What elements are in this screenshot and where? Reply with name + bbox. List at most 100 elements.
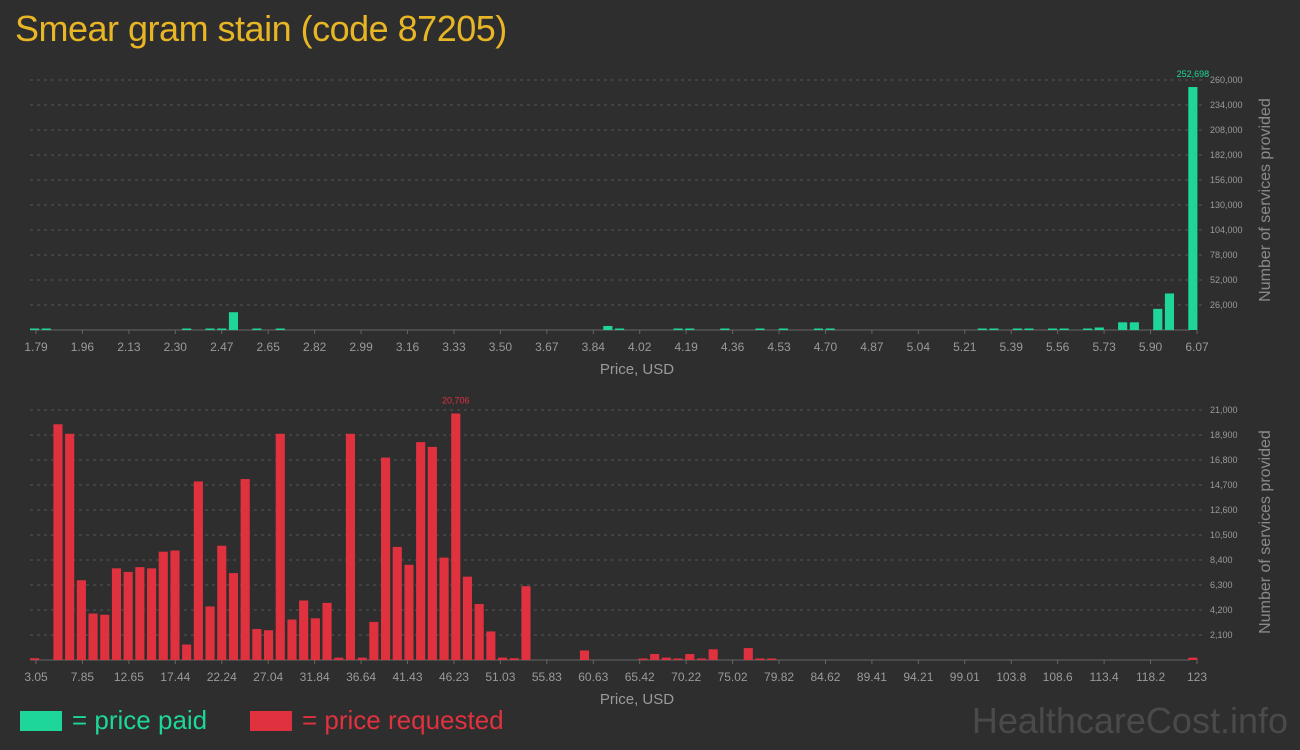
y-tick-label: 104,000 <box>1210 225 1243 235</box>
bar <box>170 550 180 660</box>
bar <box>685 654 695 660</box>
bar <box>65 433 75 660</box>
legend-requested: = price requested <box>250 705 504 736</box>
x-tick-label: 123 <box>1187 670 1207 684</box>
x-tick-label: 60.63 <box>578 670 608 684</box>
x-tick-label: 4.02 <box>628 340 652 354</box>
y-tick-label: 156,000 <box>1210 175 1243 185</box>
x-tick-label: 55.83 <box>532 670 562 684</box>
bar <box>392 546 402 660</box>
bar <box>1188 657 1198 660</box>
y-tick-label: 21,000 <box>1210 405 1238 415</box>
x-tick-label: 4.87 <box>860 340 884 354</box>
bar <box>1188 87 1198 331</box>
y-tick-label: 234,000 <box>1210 100 1243 110</box>
x-tick-label: 79.82 <box>764 670 794 684</box>
bar <box>147 568 157 660</box>
y-tick-label: 260,000 <box>1210 75 1243 85</box>
bar <box>123 571 133 660</box>
bar <box>977 328 987 330</box>
y-tick-label: 130,000 <box>1210 200 1243 210</box>
x-tick-label: 4.36 <box>721 340 745 354</box>
legend-swatch-requested <box>250 710 292 731</box>
x-tick-label: 113.4 <box>1090 670 1119 684</box>
x-axis-label: Price, USD <box>600 691 674 708</box>
x-tick-label: 4.53 <box>767 340 791 354</box>
bar <box>228 312 239 330</box>
watermark: HealthcareCost.info <box>971 700 1288 741</box>
x-tick-label: 36.64 <box>346 670 376 684</box>
x-tick-label: 2.47 <box>210 340 234 354</box>
bar <box>755 658 765 660</box>
bar <box>579 650 590 660</box>
bar <box>1024 328 1034 330</box>
x-tick-label: 94.21 <box>903 670 933 684</box>
y-tick-label: 78,000 <box>1210 250 1238 260</box>
bar <box>182 644 192 660</box>
bar <box>205 328 215 330</box>
bar <box>228 573 239 660</box>
bar <box>240 479 250 660</box>
bar <box>509 658 519 660</box>
x-tick-label: 108.6 <box>1043 670 1073 684</box>
x-tick-label: 3.33 <box>442 340 466 354</box>
bar <box>638 658 648 660</box>
bar <box>720 328 730 330</box>
x-tick-label: 5.21 <box>953 340 977 354</box>
bar <box>498 657 508 660</box>
y-tick-label: 26,000 <box>1210 300 1238 310</box>
y-axis-label: Number of services provided <box>1257 98 1274 302</box>
bar <box>427 446 437 660</box>
bar <box>322 602 332 660</box>
bar <box>182 328 192 330</box>
bar <box>825 328 835 330</box>
y-tick-label: 16,800 <box>1210 455 1238 465</box>
bar <box>486 631 496 660</box>
x-tick-label: 1.96 <box>71 340 95 354</box>
bar <box>53 424 63 660</box>
bar <box>743 648 753 660</box>
legend-swatch-paid <box>20 710 62 731</box>
bar <box>685 328 695 330</box>
bar <box>88 613 98 660</box>
bar <box>275 328 285 330</box>
bar <box>158 551 168 660</box>
bar <box>193 481 203 660</box>
x-tick-label: 31.84 <box>300 670 330 684</box>
bar <box>661 657 671 660</box>
legend-label-paid: = price paid <box>72 705 208 735</box>
bar <box>778 328 788 330</box>
bar <box>217 545 227 660</box>
x-tick-label: 65.42 <box>625 670 655 684</box>
y-axis-label: Number of services provided <box>1257 430 1274 634</box>
bar <box>30 328 40 330</box>
x-tick-label: 5.90 <box>1139 340 1163 354</box>
x-tick-label: 17.44 <box>160 670 190 684</box>
bar <box>264 630 274 660</box>
y-tick-label: 52,000 <box>1210 275 1238 285</box>
x-tick-label: 5.39 <box>1000 340 1024 354</box>
x-tick-label: 70.22 <box>671 670 701 684</box>
bar <box>1047 328 1058 330</box>
x-tick-label: 4.70 <box>814 340 838 354</box>
x-tick-label: 6.07 <box>1185 340 1209 354</box>
y-tick-label: 10,500 <box>1210 530 1238 540</box>
x-axis-label: Price, USD <box>600 361 674 378</box>
bar <box>603 325 613 330</box>
bar <box>334 657 344 660</box>
x-tick-label: 75.02 <box>718 670 748 684</box>
x-tick-label: 2.65 <box>257 340 281 354</box>
peak-label: 20,706 <box>442 396 470 406</box>
x-tick-label: 2.82 <box>303 340 327 354</box>
bar <box>650 654 660 660</box>
x-tick-label: 1.79 <box>24 340 48 354</box>
bar <box>205 606 215 660</box>
bar <box>673 328 683 330</box>
x-tick-label: 3.84 <box>582 340 606 354</box>
bar <box>404 564 414 660</box>
x-tick-label: 51.03 <box>485 670 515 684</box>
bar <box>1094 327 1104 330</box>
x-tick-label: 5.73 <box>1092 340 1116 354</box>
y-tick-label: 2,100 <box>1210 630 1233 640</box>
price-histograms: 26,000 52,000 78,000 104,000 130,000 156,000 1… <box>24 69 1274 708</box>
